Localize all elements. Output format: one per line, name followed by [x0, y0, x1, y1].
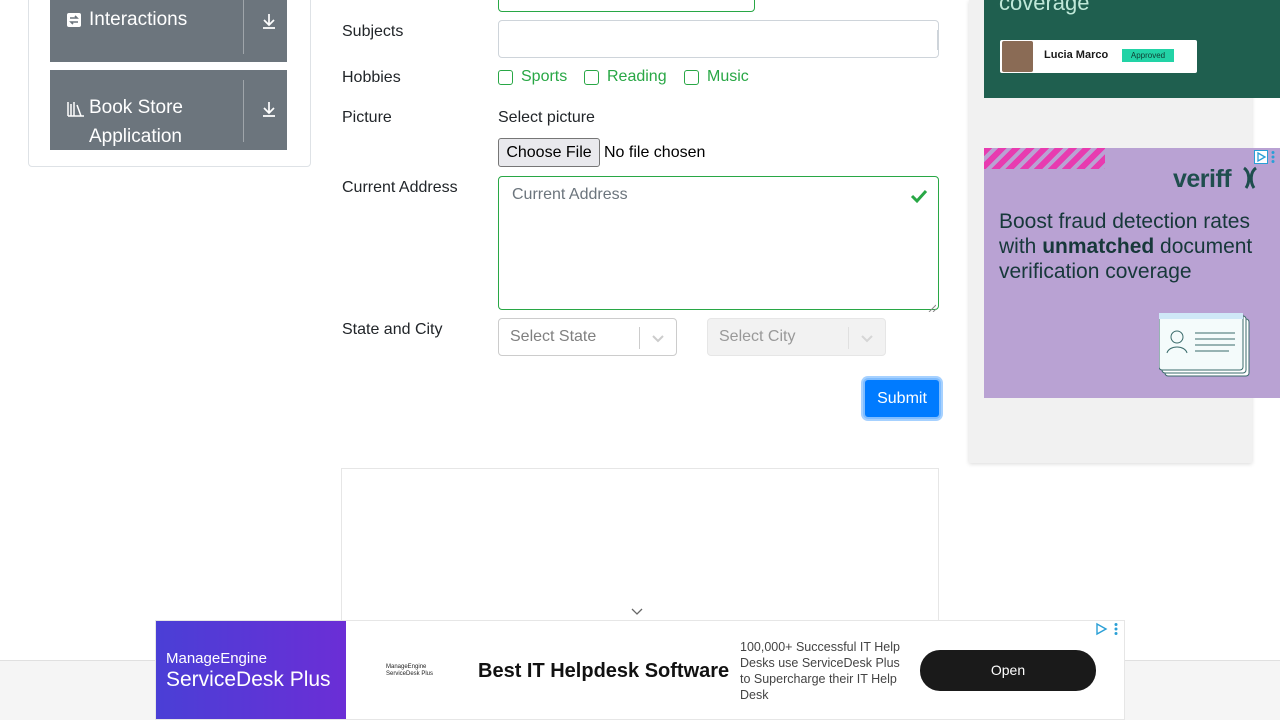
ad-copy-emphasis: unmatched — [1042, 235, 1155, 258]
checkbox-label[interactable]: Sports — [521, 68, 567, 86]
ad-banner-servicedesk[interactable]: ManageEngine ServiceDesk Plus ManageEngi… — [155, 620, 1125, 720]
subjects-input[interactable] — [498, 20, 939, 58]
file-status: No file chosen — [604, 144, 706, 161]
divider — [639, 327, 640, 349]
valid-check-icon — [909, 186, 929, 206]
hobby-reading-checkbox[interactable]: Reading — [584, 68, 667, 86]
checkbox[interactable] — [584, 69, 599, 85]
download-icon[interactable] — [260, 12, 278, 30]
city-select[interactable]: Select City — [707, 318, 886, 356]
hobby-sports-checkbox[interactable]: Sports — [498, 68, 567, 86]
divider — [243, 0, 244, 54]
chevron-down-icon[interactable] — [630, 604, 644, 615]
picture-label: Picture — [342, 109, 392, 126]
veriff-logo: veriff — [1173, 165, 1232, 193]
interactions-icon — [67, 13, 81, 32]
hobby-music-checkbox[interactable]: Music — [684, 68, 749, 86]
resize-handle-icon[interactable] — [928, 299, 937, 313]
checkbox-label[interactable]: Reading — [607, 68, 667, 86]
avatar — [1002, 41, 1033, 72]
ad-menu-icon[interactable] — [1270, 150, 1280, 164]
ad-verification-top[interactable]: coverage Lucia Marco Approved — [984, 0, 1280, 98]
profile-name: Lucia Marco — [1044, 49, 1109, 61]
decorative-stripe — [984, 148, 1105, 169]
adchoices-icon[interactable] — [1094, 622, 1108, 636]
veriff-mark-icon — [1242, 166, 1258, 195]
hobbies-label: Hobbies — [342, 69, 401, 86]
ad-copy: Boost fraud detection rates with unmatch… — [999, 209, 1259, 284]
ad-menu-icon[interactable] — [1113, 622, 1127, 636]
previous-input-field[interactable] — [498, 0, 755, 12]
ad-veriff[interactable]: veriff Boost fraud detection rates with … — [984, 148, 1280, 398]
submit-button[interactable]: Submit — [863, 378, 941, 419]
brand-line: ManageEngine — [166, 650, 267, 667]
state-select[interactable]: Select State — [498, 318, 677, 356]
sidebar-group-book-store[interactable]: Book Store Application — [50, 70, 287, 150]
open-button[interactable]: Open — [920, 650, 1096, 691]
servicedesk-mini-logo: ManageEngine ServiceDesk Plus — [386, 664, 433, 678]
servicedesk-logo: ManageEngine ServiceDesk Plus — [156, 621, 346, 719]
checkbox-label[interactable]: Music — [707, 68, 749, 86]
select-picture-text: Select picture — [498, 109, 595, 126]
checkbox[interactable] — [684, 69, 699, 85]
state-city-label: State and City — [342, 321, 443, 338]
mini-logo-line: ServiceDesk Plus — [386, 671, 434, 677]
profile-card: Lucia Marco Approved — [1000, 40, 1197, 73]
ad-headline[interactable]: Best IT Helpdesk Software — [478, 660, 729, 683]
ad-heading: coverage — [999, 0, 1090, 15]
chevron-down-icon[interactable] — [858, 329, 876, 347]
sidebar-group-interactions[interactable]: Interactions — [50, 0, 287, 62]
current-address-label: Current Address — [342, 179, 458, 196]
brand-line: ServiceDesk Plus — [166, 668, 331, 691]
download-icon[interactable] — [260, 100, 278, 118]
divider — [243, 80, 244, 142]
checkbox[interactable] — [498, 69, 513, 85]
choose-file-button[interactable]: Choose File — [498, 138, 600, 167]
divider — [848, 327, 849, 349]
approved-badge: Approved — [1122, 49, 1174, 62]
sidebar-group-label: Interactions — [89, 9, 188, 30]
ad-placeholder-panel — [341, 468, 939, 628]
current-address-textarea[interactable]: Current Address — [498, 176, 939, 313]
subjects-label: Subjects — [342, 23, 404, 40]
input-caret — [937, 30, 938, 50]
book-store-icon — [67, 101, 85, 122]
mini-logo-line: ManageEngine — [386, 664, 427, 670]
select-placeholder: Select State — [510, 328, 597, 345]
chevron-down-icon[interactable] — [649, 329, 667, 347]
adchoices-icon[interactable] — [1254, 150, 1268, 164]
textarea-placeholder: Current Address — [512, 186, 628, 203]
id-document-icon — [1158, 312, 1251, 378]
ad-description: 100,000+ Successful IT Help Desks use Se… — [740, 640, 900, 702]
sidebar-group-label: Book Store Application — [89, 97, 183, 147]
select-placeholder: Select City — [719, 328, 796, 345]
